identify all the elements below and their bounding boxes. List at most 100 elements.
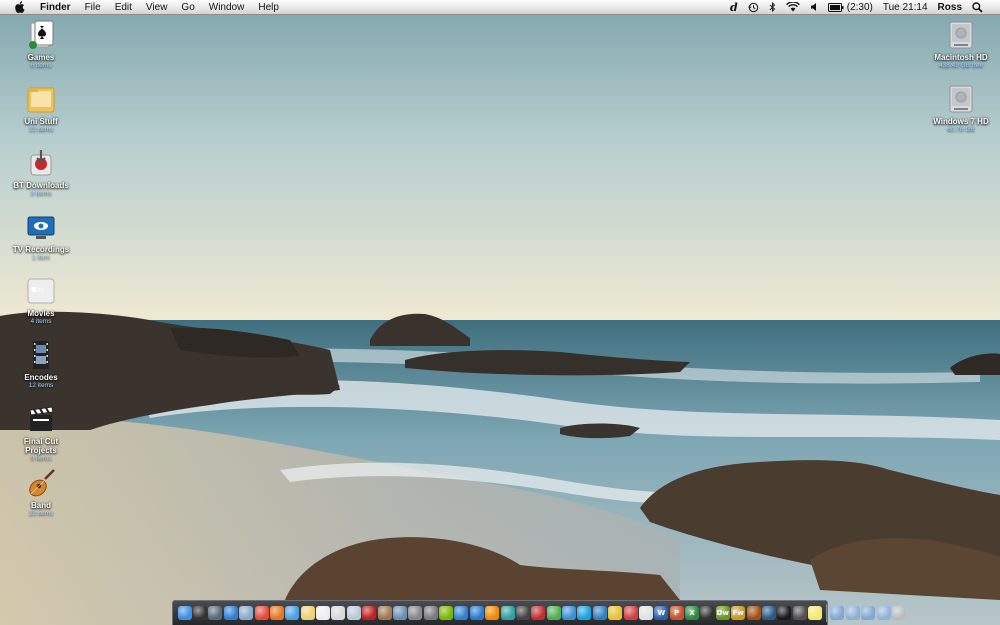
- dock: W P X Dw Fw: [172, 600, 906, 625]
- messenger-icon[interactable]: [592, 606, 607, 620]
- camera-icon[interactable]: [515, 606, 530, 620]
- textedit-icon[interactable]: [331, 606, 346, 620]
- desktop-icon-macintosh-hd[interactable]: Macintosh HD 438.49 GB free: [928, 19, 994, 70]
- finder-icon[interactable]: [177, 606, 192, 620]
- vlc-icon[interactable]: [485, 606, 500, 620]
- menu-view[interactable]: View: [139, 0, 175, 15]
- trash-icon[interactable]: [891, 606, 906, 620]
- documents-stack-icon[interactable]: [845, 606, 860, 620]
- guitar-icon: [25, 467, 57, 499]
- utilities-icon[interactable]: [408, 606, 423, 620]
- desktop-icon-label: Macintosh HD: [934, 53, 988, 62]
- desktop-icon-bt-downloads[interactable]: BT Downloads 3 items: [8, 147, 74, 198]
- mission-control-icon[interactable]: [208, 606, 223, 620]
- desktop-icon-info: 3 items: [30, 190, 52, 197]
- itunes-icon[interactable]: [285, 606, 300, 620]
- excel-icon[interactable]: X: [685, 606, 700, 620]
- desktop-wallpaper: [0, 0, 1000, 625]
- menu-user[interactable]: Ross: [933, 0, 967, 15]
- desktop-icon-label: Uni Stuff: [24, 117, 58, 126]
- svg-text:tv: tv: [38, 287, 44, 294]
- folder-icon: [25, 83, 57, 115]
- ichat-icon[interactable]: [562, 606, 577, 620]
- battery-time: (2:30): [846, 1, 873, 13]
- dashboard-icon[interactable]: [193, 606, 208, 620]
- volume-icon[interactable]: [805, 2, 823, 12]
- downloads-stack-icon[interactable]: [861, 606, 876, 620]
- menu-file[interactable]: File: [78, 0, 108, 15]
- chrome-icon[interactable]: [254, 606, 269, 620]
- wifi-icon[interactable]: [781, 2, 805, 12]
- fireworks-icon[interactable]: Fw: [731, 606, 746, 620]
- desktop-icon-info: 23 items: [28, 510, 54, 517]
- spotlight-icon[interactable]: [967, 1, 988, 13]
- desktop-icon-label: Band: [31, 501, 51, 510]
- system-prefs-icon[interactable]: [423, 606, 438, 620]
- script-editor-icon[interactable]: [638, 606, 653, 620]
- folder-stack-icon[interactable]: [876, 606, 891, 620]
- final-cut-icon[interactable]: [700, 606, 715, 620]
- colloquy-icon[interactable]: [623, 606, 638, 620]
- desktop-icon-label: Encodes: [24, 373, 58, 382]
- desktop-icon-info: 60.76 GB: [947, 126, 975, 133]
- desktop-icon-label: Final Cut: [23, 437, 59, 446]
- desktop-icon-info: 23 items: [28, 126, 54, 133]
- film-strip-icon: [25, 339, 57, 371]
- iphoto-icon[interactable]: [392, 606, 407, 620]
- desktop-icon-info: 12 items: [28, 382, 54, 389]
- menu-extra-d[interactable]: d: [725, 0, 743, 15]
- menu-help[interactable]: Help: [251, 0, 286, 15]
- xcode-icon[interactable]: [761, 606, 776, 620]
- terminal-icon[interactable]: [777, 606, 792, 620]
- notes-icon[interactable]: [300, 606, 315, 620]
- dock-separator: [825, 604, 827, 622]
- menu-clock[interactable]: Tue 21:14: [878, 0, 933, 15]
- desktop-icon-tv-recordings[interactable]: TV Recordings 1 item: [8, 211, 74, 262]
- apple-icon[interactable]: [10, 1, 30, 13]
- clapperboard-icon: [25, 403, 57, 435]
- preview-icon[interactable]: [346, 606, 361, 620]
- desktop-icon-label: Windows 7 HD: [933, 117, 989, 126]
- desktop-icon-windows-7-hd[interactable]: Windows 7 HD 60.76 GB: [928, 83, 994, 134]
- transmission-icon[interactable]: [531, 606, 546, 620]
- battery-icon[interactable]: (2:30): [823, 0, 878, 15]
- dreamweaver-icon[interactable]: Dw: [715, 606, 730, 620]
- console-icon[interactable]: [792, 606, 807, 620]
- desktop-icon-games[interactable]: Games 6 items: [8, 19, 74, 70]
- desktop-icon-uni-stuff[interactable]: Uni Stuff 23 items: [8, 83, 74, 134]
- skype-icon[interactable]: [577, 606, 592, 620]
- mail-icon[interactable]: [239, 606, 254, 620]
- address-book-icon[interactable]: [377, 606, 392, 620]
- app-store-icon[interactable]: [469, 606, 484, 620]
- stickies-icon[interactable]: [808, 606, 823, 620]
- desktop-icon-movies[interactable]: tv Movies 4 items: [8, 275, 74, 326]
- activity-monitor-icon[interactable]: [500, 606, 515, 620]
- hard-drive-icon: [945, 83, 977, 115]
- spotify-icon[interactable]: [439, 606, 454, 620]
- menu-app-name[interactable]: Finder: [30, 0, 78, 15]
- bluetooth-icon[interactable]: [764, 1, 781, 13]
- safari-icon[interactable]: [223, 606, 238, 620]
- powerpoint-icon[interactable]: P: [669, 606, 684, 620]
- firefox-icon[interactable]: [269, 606, 284, 620]
- illustrator-icon[interactable]: [746, 606, 761, 620]
- adium-icon[interactable]: [546, 606, 561, 620]
- applications-stack-icon[interactable]: [830, 606, 845, 620]
- desktop-icon-band[interactable]: Band 23 items: [8, 467, 74, 518]
- menu-edit[interactable]: Edit: [108, 0, 139, 15]
- calendar-icon[interactable]: [316, 606, 331, 620]
- desktop-icon-label-line2: Projects: [25, 446, 57, 455]
- smiley-icon[interactable]: [608, 606, 623, 620]
- photo-booth-icon[interactable]: [362, 606, 377, 620]
- games-icon: [25, 19, 57, 51]
- hard-drive-icon: [945, 19, 977, 51]
- menu-window[interactable]: Window: [202, 0, 252, 15]
- time-machine-icon[interactable]: [743, 2, 764, 13]
- desktop-icon-final-cut-projects[interactable]: Final Cut Projects 9 items: [8, 403, 74, 463]
- desktop-icon-info: 438.49 GB free: [938, 62, 984, 69]
- apple-tv-icon: tv: [25, 275, 57, 307]
- desktop-icon-encodes[interactable]: Encodes 12 items: [8, 339, 74, 390]
- menu-go[interactable]: Go: [174, 0, 201, 15]
- word-icon[interactable]: W: [654, 606, 669, 620]
- quicktime-icon[interactable]: [454, 606, 469, 620]
